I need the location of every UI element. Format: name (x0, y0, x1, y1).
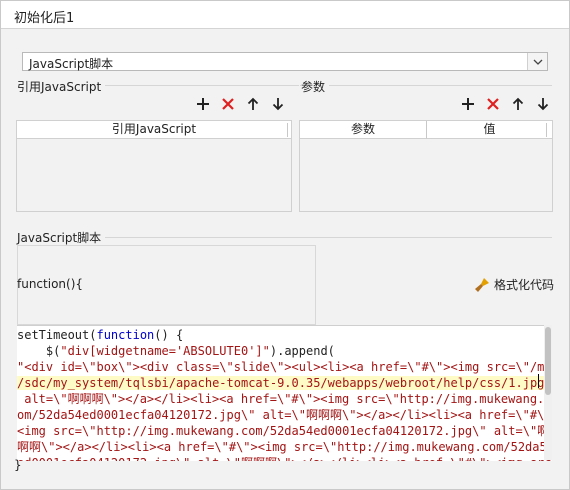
code-token: /sdc/my_system/tqlsbi/apache-tomcat-9.0.… (17, 376, 552, 390)
code-token: "<div id=\"box\"><div class=\"slide\"><u… (17, 360, 552, 374)
add-icon[interactable] (461, 97, 475, 111)
add-icon[interactable] (196, 97, 210, 111)
code-line: ed0001ecfa04120172.jpg\" alt=\"啊啊啊\"></a… (17, 455, 552, 461)
arrow-down-icon[interactable] (536, 97, 550, 111)
params-column-header-value[interactable]: 值 (426, 121, 552, 139)
script-type-value: JavaScript脚本 (29, 57, 114, 71)
params-table: 参数 值 (299, 120, 553, 212)
ref-js-group-label: 引用JavaScript (17, 78, 106, 95)
chevron-down-icon[interactable] (527, 53, 547, 70)
code-token: <img src=\"http://img.mukewang.com/52da5… (17, 424, 550, 438)
format-code-button[interactable]: 格式化代码 (474, 276, 554, 293)
arrow-up-icon[interactable] (511, 97, 525, 111)
code-token: 啊啊\"></a></li><li><a href=\"#\"><img src… (17, 440, 552, 454)
code-editor[interactable]: setTimeout(function() { $("div[widgetnam… (17, 325, 552, 461)
window-title: 初始化后1 (14, 11, 75, 26)
code-token: ed0001ecfa04120172.jpg\" alt=\"啊啊啊\"></a… (17, 456, 552, 461)
code-token: ).append( (269, 344, 335, 358)
function-close-text: } (14, 458, 22, 472)
column-divider (546, 123, 547, 137)
arrow-up-icon[interactable] (246, 97, 260, 111)
code-token: function (96, 328, 155, 342)
code-token: setTimeout( (17, 328, 97, 342)
scrollbar-thumb[interactable] (545, 327, 551, 395)
code-line: om/52da54ed0001ecfa04120172.jpg\" alt=\"… (17, 407, 552, 423)
code-line: setTimeout(function() { (17, 327, 183, 343)
params-group-line (300, 85, 552, 86)
code-line: alt=\"啊啊啊\"></a></li><li><a href=\"#\"><… (17, 391, 552, 407)
column-divider (287, 123, 288, 137)
text-cursor (538, 374, 539, 388)
code-line: "<div id=\"box\"><div class=\"slide\"><u… (17, 359, 552, 375)
code-token: "div[widgetname='ABSOLUTE0']" (60, 344, 270, 358)
ref-js-table: 引用JavaScript (16, 120, 292, 212)
format-code-label: 格式化代码 (494, 278, 555, 292)
params-group-label: 参数 (301, 78, 330, 95)
ref-js-column-header[interactable]: 引用JavaScript (17, 121, 291, 139)
params-column-header-name[interactable]: 参数 (300, 121, 426, 139)
editor-scrollbar[interactable] (544, 325, 552, 460)
arrow-down-icon[interactable] (271, 97, 285, 111)
code-line: /sdc/my_system/tqlsbi/apache-tomcat-9.0.… (17, 375, 552, 391)
code-line: 啊啊\"></a></li><li><a href=\"#\"><img src… (17, 439, 552, 455)
code-token: alt=\"啊啊啊\"></a></li><li><a href=\"#\"><… (17, 392, 552, 406)
code-token: () { (154, 328, 184, 342)
brush-icon (475, 277, 489, 292)
code-line: <img src=\"http://img.mukewang.com/52da5… (17, 423, 549, 439)
script-group-label: JavaScript脚本 (17, 229, 106, 246)
script-type-select[interactable]: JavaScript脚本 (22, 52, 548, 71)
code-line: $("div[widgetname='ABSOLUTE0']").append( (17, 343, 335, 359)
function-open-text: function(){ (17, 277, 84, 291)
delete-icon[interactable] (221, 97, 235, 111)
title-bar: 初始化后1 (1, 1, 569, 29)
delete-icon[interactable] (486, 97, 500, 111)
code-token: om/52da54ed0001ecfa04120172.jpg\" alt=\"… (17, 408, 552, 422)
code-token: $( (17, 344, 61, 358)
